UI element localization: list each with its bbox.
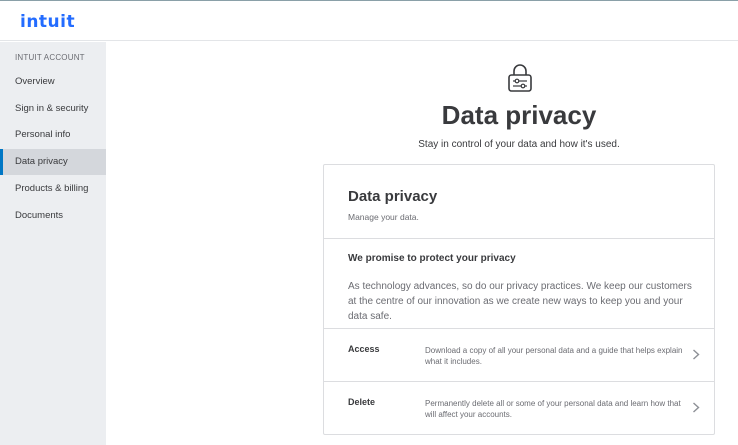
- sidebar-item-overview[interactable]: Overview: [0, 69, 106, 95]
- sidebar-item-personal-info[interactable]: Personal info: [0, 122, 106, 148]
- delete-label: Delete: [348, 397, 376, 407]
- page-subtitle: Stay in control of your data and how it'…: [418, 139, 620, 150]
- sidebar-item-sign-in-security[interactable]: Sign in & security: [0, 96, 106, 122]
- promise-heading: We promise to protect your privacy: [348, 253, 516, 264]
- divider: [324, 238, 714, 239]
- access-label: Access: [348, 344, 380, 354]
- data-privacy-card: Data privacy Manage your data. We promis…: [323, 164, 715, 435]
- lock-icon: [508, 64, 532, 92]
- page-title: Data privacy: [441, 100, 597, 130]
- sidebar-item-documents[interactable]: Documents: [0, 203, 106, 229]
- access-row[interactable]: Access Download a copy of all your perso…: [324, 329, 714, 381]
- sidebar-heading: INTUIT ACCOUNT: [15, 53, 85, 62]
- sidebar-item-data-privacy[interactable]: Data privacy: [0, 149, 106, 175]
- access-description: Download a copy of all your personal dat…: [425, 346, 683, 366]
- sidebar: INTUIT ACCOUNT Overview Sign in & securi…: [0, 42, 106, 445]
- chevron-right-icon: [693, 349, 700, 360]
- sidebar-item-products-billing[interactable]: Products & billing: [0, 176, 106, 202]
- intuit-logo[interactable]: intuit: [20, 12, 75, 32]
- chevron-right-icon: [693, 402, 700, 413]
- delete-row[interactable]: Delete Permanently delete all or some of…: [324, 382, 714, 434]
- top-header: intuit: [0, 0, 738, 41]
- card-subtitle: Manage your data.: [348, 212, 419, 222]
- delete-description: Permanently delete all or some of your p…: [425, 399, 681, 419]
- card-title: Data privacy: [348, 188, 438, 205]
- promise-body: As technology advances, so do our privac…: [348, 281, 692, 322]
